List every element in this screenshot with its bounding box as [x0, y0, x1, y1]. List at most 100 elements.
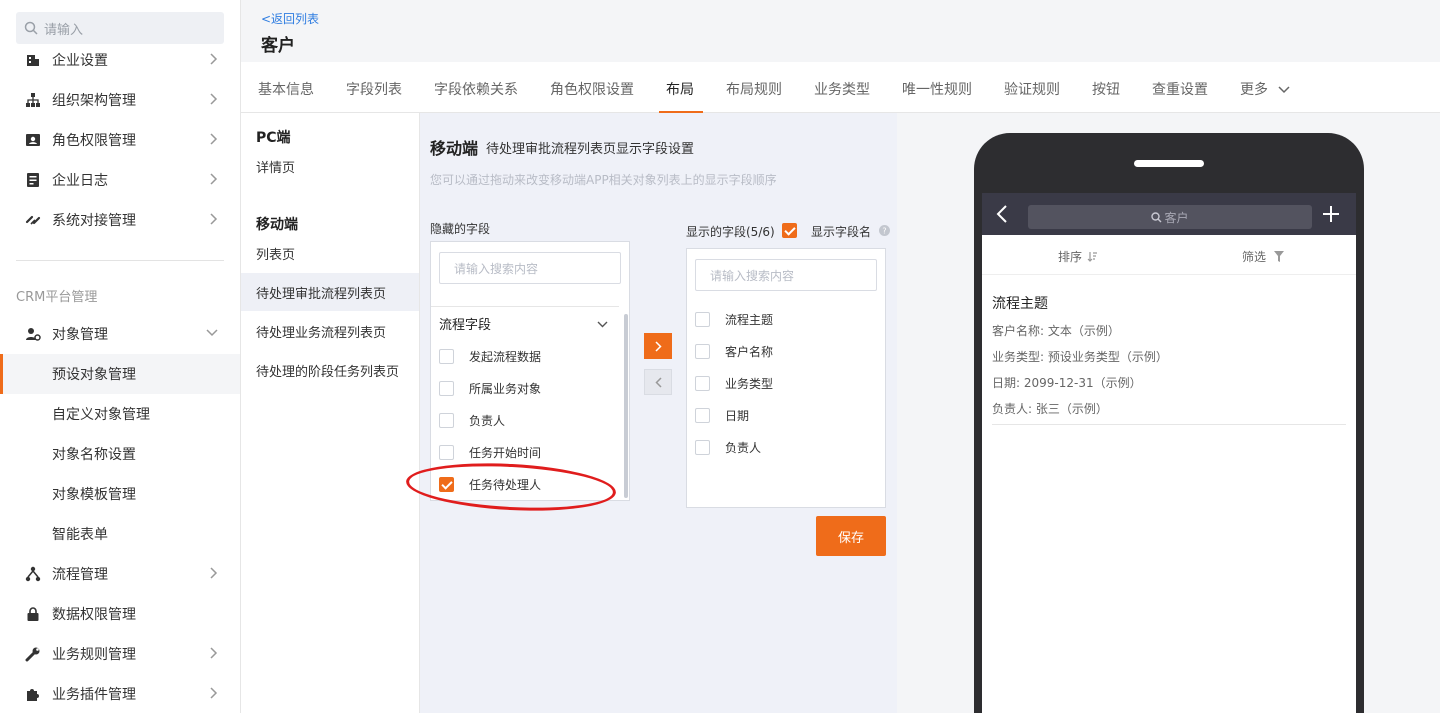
back-arrow-icon: [996, 205, 1007, 223]
chevron-right-icon: [210, 53, 218, 65]
help-icon[interactable]: ?: [879, 225, 890, 236]
field-checkbox[interactable]: [695, 375, 710, 391]
tab-field-dependencies[interactable]: 字段依赖关系: [434, 79, 518, 99]
shown-field-item[interactable]: 流程主题: [695, 308, 773, 330]
sidebar-item-plugins[interactable]: 业务插件管理: [0, 674, 240, 713]
sidebar-item-label: 企业设置: [52, 53, 108, 69]
phone-sort: 排序: [1058, 248, 1098, 265]
subnav-item-pending-stage-task-list[interactable]: 待处理的阶段任务列表页: [241, 351, 419, 389]
lock-icon: [24, 605, 42, 623]
chevron-down-icon: [597, 321, 608, 328]
tab-more[interactable]: 更多: [1240, 79, 1290, 99]
filter-icon: [1274, 251, 1285, 262]
chevron-down-icon: [1278, 86, 1290, 94]
field-label: 所属业务对象: [469, 381, 542, 396]
filter-label: 筛选: [1242, 250, 1267, 264]
hidden-fields-list: 请输入搜索内容 流程字段 发起流程数据 所属业务对象 负责人 任务开始时间 任务…: [430, 241, 630, 501]
shown-field-item[interactable]: 日期: [695, 404, 749, 426]
hidden-field-item[interactable]: 所属业务对象: [439, 377, 541, 399]
save-button[interactable]: 保存: [816, 516, 886, 556]
shown-fields-list: 请输入搜索内容 流程主题 客户名称 业务类型 日期 负责人: [686, 248, 886, 508]
field-label: 任务开始时间: [469, 445, 542, 460]
sidebar-item-label: 对象管理: [52, 327, 108, 343]
field-checkbox[interactable]: [439, 380, 454, 396]
show-field-name-checkbox[interactable]: [782, 223, 797, 238]
sidebar-item-roles[interactable]: 角色权限管理: [0, 120, 240, 160]
tab-uniqueness-rules[interactable]: 唯一性规则: [902, 79, 972, 99]
chevron-right-icon: [210, 173, 218, 185]
sidebar-item-org[interactable]: 组织架构管理: [0, 80, 240, 120]
sidebar-item-flow[interactable]: 流程管理: [0, 554, 240, 594]
field-checkbox[interactable]: [439, 348, 454, 364]
sidebar-subitem-object-templates[interactable]: 对象模板管理: [0, 474, 240, 514]
hidden-field-item[interactable]: 发起流程数据: [439, 345, 541, 367]
phone-speaker: [1134, 160, 1204, 167]
sidebar-subitem-preset-objects[interactable]: 预设对象管理: [0, 354, 240, 394]
link-icon: [24, 211, 42, 229]
puzzle-icon: [24, 685, 42, 703]
sidebar-subitem-smart-forms[interactable]: 智能表单: [0, 514, 240, 554]
field-label: 发起流程数据: [469, 349, 542, 364]
config-subtitle: 待处理审批流程列表页显示字段设置: [486, 142, 695, 157]
field-label: 负责人: [469, 413, 506, 428]
subnav-item-pending-business-list[interactable]: 待处理业务流程列表页: [241, 312, 419, 350]
tab-bar: 基本信息 字段列表 字段依赖关系 角色权限设置 布局 布局规则 业务类型 唯一性…: [241, 62, 1440, 113]
shown-field-item[interactable]: 客户名称: [695, 340, 773, 362]
field-checkbox[interactable]: [695, 439, 710, 455]
field-checkbox[interactable]: [439, 444, 454, 460]
tab-buttons[interactable]: 按钮: [1092, 79, 1120, 99]
config-hint: 您可以通过拖动来改变移动端APP相关对象列表上的显示字段顺序: [430, 173, 777, 187]
sidebar-item-logs[interactable]: 企业日志: [0, 160, 240, 200]
tab-field-list[interactable]: 字段列表: [346, 79, 402, 99]
field-checkbox[interactable]: [695, 407, 710, 423]
subnav-pc-title: PC端: [256, 130, 291, 146]
hidden-list-scrollbar[interactable]: [624, 314, 628, 498]
field-checkbox[interactable]: [695, 343, 710, 359]
sidebar-item-integration[interactable]: 系统对接管理: [0, 200, 240, 240]
sidebar-item-label: 业务规则管理: [52, 647, 136, 663]
preview-card-title: 流程主题: [992, 296, 1048, 312]
tab-business-types[interactable]: 业务类型: [814, 79, 870, 99]
move-to-hidden-button[interactable]: [644, 369, 672, 395]
field-group-header[interactable]: 流程字段: [431, 306, 619, 340]
phone-nav-bar: 客户: [982, 193, 1356, 235]
tab-duplicate-check[interactable]: 查重设置: [1152, 79, 1208, 99]
sidebar-item-enterprise-settings[interactable]: 企业设置: [0, 40, 240, 80]
tab-validation-rules[interactable]: 验证规则: [1004, 79, 1060, 99]
sidebar-subitem-object-names[interactable]: 对象名称设置: [0, 434, 240, 474]
move-to-shown-button[interactable]: [644, 333, 672, 359]
subnav-item-detail-page[interactable]: 详情页: [241, 147, 419, 185]
hidden-fields-label: 隐藏的字段: [430, 222, 491, 236]
tab-basic-info[interactable]: 基本信息: [258, 79, 314, 99]
sidebar-item-label: 角色权限管理: [52, 133, 136, 149]
hidden-field-item[interactable]: 负责人: [439, 409, 505, 431]
sidebar-item-label: 系统对接管理: [52, 213, 136, 229]
chevron-down-icon: [206, 329, 218, 337]
sidebar-item-object-mgmt[interactable]: 对象管理: [0, 314, 240, 354]
tab-layout-rules[interactable]: 布局规则: [726, 79, 782, 99]
hidden-fields-search-input[interactable]: 请输入搜索内容: [439, 252, 621, 284]
subnav-item-pending-approval-list[interactable]: 待处理审批流程列表页: [241, 273, 419, 311]
chevron-right-icon: [210, 93, 218, 105]
field-label: 日期: [725, 408, 750, 423]
tab-role-permissions[interactable]: 角色权限设置: [550, 79, 634, 99]
sidebar-item-business-rules[interactable]: 业务规则管理: [0, 634, 240, 674]
tab-layout[interactable]: 布局: [666, 79, 694, 99]
back-to-list-link[interactable]: <返回列表: [261, 10, 319, 27]
chevron-right-icon: [210, 133, 218, 145]
subnav-item-list-page[interactable]: 列表页: [241, 234, 419, 272]
sidebar-item-label: 对象模板管理: [52, 487, 136, 503]
hidden-field-item[interactable]: 任务开始时间: [439, 441, 541, 463]
field-checkbox[interactable]: [439, 412, 454, 428]
shown-fields-search-input[interactable]: 请输入搜索内容: [695, 259, 877, 291]
shown-field-item[interactable]: 业务类型: [695, 372, 773, 394]
layout-subnav: PC端 详情页 移动端 列表页 待处理审批流程列表页 待处理业务流程列表页 待处…: [241, 113, 420, 713]
chevron-left-icon: [654, 376, 662, 388]
flow-icon: [24, 565, 42, 583]
sidebar-subitem-custom-objects[interactable]: 自定义对象管理: [0, 394, 240, 434]
field-label: 客户名称: [725, 344, 774, 359]
sidebar-item-label: 企业日志: [52, 173, 108, 189]
sidebar-item-data-permissions[interactable]: 数据权限管理: [0, 594, 240, 634]
shown-field-item[interactable]: 负责人: [695, 436, 761, 458]
field-checkbox[interactable]: [695, 311, 710, 327]
